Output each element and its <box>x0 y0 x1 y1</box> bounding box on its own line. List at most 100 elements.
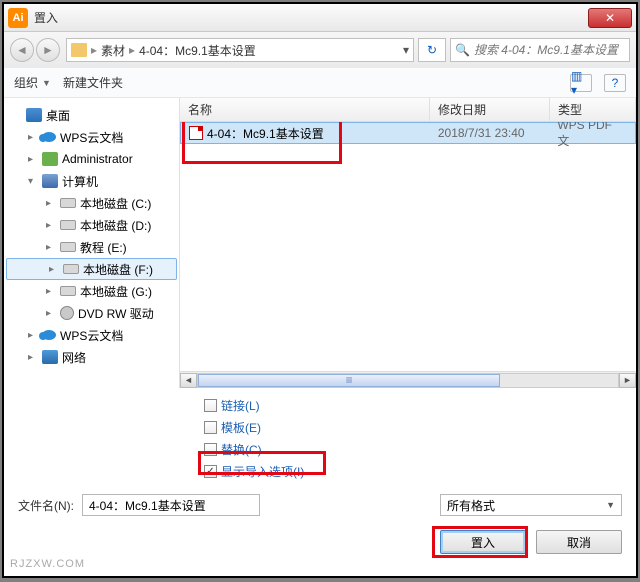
filter-value: 所有格式 <box>447 497 495 514</box>
disk-icon <box>63 264 79 274</box>
disk-icon <box>60 286 76 296</box>
disk-icon <box>60 242 76 252</box>
link-checkbox[interactable] <box>204 399 217 412</box>
desktop-icon <box>26 108 42 122</box>
tree-desktop[interactable]: 桌面 <box>4 104 179 126</box>
toolbar: 组织 ▼ 新建文件夹 ▥ ▾ ? <box>4 68 636 98</box>
replace-checkbox[interactable] <box>204 443 217 456</box>
organize-label: 组织 <box>14 74 38 91</box>
folder-icon <box>71 43 87 57</box>
tree-label: Administrator <box>62 152 133 166</box>
tree-admin[interactable]: ▸Administrator <box>4 148 179 170</box>
breadcrumb-dropdown[interactable]: ▾ <box>403 43 409 57</box>
column-name[interactable]: 名称 <box>180 98 430 121</box>
breadcrumb-part1[interactable]: 素材 <box>101 42 125 59</box>
search-input[interactable] <box>474 43 625 57</box>
filetype-filter[interactable]: 所有格式 ▼ <box>440 494 622 516</box>
close-button[interactable]: ✕ <box>588 8 632 28</box>
refresh-button[interactable]: ↻ <box>418 38 446 62</box>
chevron-down-icon: ▼ <box>42 78 51 88</box>
tree-label: 本地磁盘 (G:) <box>80 283 152 300</box>
link-label[interactable]: 链接(L) <box>221 397 260 414</box>
file-name: 4-04：Mc9.1基本设置 <box>207 125 324 142</box>
option-show-import-row: 显示导入选项(I) <box>204 460 636 482</box>
import-options: 链接(L) 模板(E) 替换(C) 显示导入选项(I) <box>4 388 636 488</box>
tree-network[interactable]: ▸网络 <box>4 346 179 368</box>
show-import-checkbox[interactable] <box>204 465 217 478</box>
tree-disk-c[interactable]: ▸本地磁盘 (C:) <box>4 192 179 214</box>
folder-tree[interactable]: 桌面 ▸WPS云文档 ▸Administrator ▾计算机 ▸本地磁盘 (C:… <box>4 98 180 388</box>
tree-disk-e[interactable]: ▸教程 (E:) <box>4 236 179 258</box>
show-import-label[interactable]: 显示导入选项(I) <box>221 463 304 480</box>
tree-wps[interactable]: ▸WPS云文档 <box>4 126 179 148</box>
organize-menu[interactable]: 组织 ▼ <box>14 74 51 91</box>
chevron-right-icon: ▸ <box>91 43 97 57</box>
user-icon <box>42 152 58 166</box>
dialog-buttons: 置入 取消 <box>4 522 636 566</box>
tree-label: 本地磁盘 (C:) <box>80 195 151 212</box>
scrollbar-track[interactable] <box>197 373 619 388</box>
tree-label: 计算机 <box>62 173 98 190</box>
cloud-icon <box>42 132 56 142</box>
file-type: WPS PDF 文 <box>549 122 635 149</box>
nav-arrows: ◄ ► <box>10 38 62 62</box>
file-list[interactable]: 4-04：Mc9.1基本设置 2018/7/31 23:40 WPS PDF 文 <box>180 122 636 371</box>
option-replace-row: 替换(C) <box>204 438 636 460</box>
tree-dvd[interactable]: ▸DVD RW 驱动 <box>4 302 179 324</box>
option-template-row: 模板(E) <box>204 416 636 438</box>
template-checkbox[interactable] <box>204 421 217 434</box>
column-modified[interactable]: 修改日期 <box>430 98 550 121</box>
forward-button[interactable]: ► <box>36 38 60 62</box>
disk-icon <box>60 198 76 208</box>
tree-label: 本地磁盘 (F:) <box>83 261 153 278</box>
file-row[interactable]: 4-04：Mc9.1基本设置 2018/7/31 23:40 WPS PDF 文 <box>180 122 636 144</box>
filename-row: 文件名(N): 所有格式 ▼ <box>4 488 636 522</box>
body-area: 桌面 ▸WPS云文档 ▸Administrator ▾计算机 ▸本地磁盘 (C:… <box>4 98 636 388</box>
help-button[interactable]: ? <box>604 74 626 92</box>
replace-label[interactable]: 替换(C) <box>221 441 262 458</box>
tree-label: 网络 <box>62 349 86 366</box>
tree-disk-f[interactable]: ▸本地磁盘 (F:) <box>6 258 177 280</box>
view-options-button[interactable]: ▥ ▾ <box>570 74 592 92</box>
place-button[interactable]: 置入 <box>440 530 526 554</box>
dialog-window: Ai 置入 ✕ ◄ ► ▸ 素材 ▸ 4-04：Mc9.1基本设置 ▾ ↻ 🔍 … <box>2 2 638 578</box>
pdf-icon <box>189 126 203 140</box>
tree-wps2[interactable]: ▸WPS云文档 <box>4 324 179 346</box>
filename-label: 文件名(N): <box>18 497 74 514</box>
app-icon: Ai <box>8 8 28 28</box>
tree-disk-d[interactable]: ▸本地磁盘 (D:) <box>4 214 179 236</box>
new-folder-button[interactable]: 新建文件夹 <box>63 74 123 91</box>
tree-label: DVD RW 驱动 <box>78 305 154 322</box>
watermark: RJZXW.COM <box>10 558 85 570</box>
scroll-left-button[interactable]: ◄ <box>180 373 197 388</box>
column-headers: 名称 修改日期 类型 <box>180 98 636 122</box>
back-button[interactable]: ◄ <box>10 38 34 62</box>
window-title: 置入 <box>34 9 588 26</box>
scroll-right-button[interactable]: ► <box>619 373 636 388</box>
chevron-right-icon: ▸ <box>129 43 135 57</box>
tree-label: 教程 (E:) <box>80 239 127 256</box>
tree-disk-g[interactable]: ▸本地磁盘 (G:) <box>4 280 179 302</box>
refresh-icon: ↻ <box>427 43 437 57</box>
cancel-button[interactable]: 取消 <box>536 530 622 554</box>
tree-label: 本地磁盘 (D:) <box>80 217 151 234</box>
tree-label: WPS云文档 <box>60 327 123 344</box>
chevron-down-icon: ▼ <box>606 500 615 510</box>
search-box[interactable]: 🔍 <box>450 38 630 62</box>
tree-label: WPS云文档 <box>60 129 123 146</box>
titlebar: Ai 置入 ✕ <box>4 4 636 32</box>
disk-icon <box>60 220 76 230</box>
column-type[interactable]: 类型 <box>550 98 636 121</box>
file-pane: 名称 修改日期 类型 4-04：Mc9.1基本设置 2018/7/31 23:4… <box>180 98 636 388</box>
tree-computer[interactable]: ▾计算机 <box>4 170 179 192</box>
option-link-row: 链接(L) <box>204 394 636 416</box>
breadcrumb-box[interactable]: ▸ 素材 ▸ 4-04：Mc9.1基本设置 ▾ <box>66 38 414 62</box>
file-modified: 2018/7/31 23:40 <box>430 126 549 140</box>
search-icon: 🔍 <box>455 43 470 57</box>
filename-input[interactable] <box>82 494 260 516</box>
scrollbar-thumb[interactable] <box>198 374 500 387</box>
horizontal-scrollbar[interactable]: ◄ ► <box>180 371 636 388</box>
template-label[interactable]: 模板(E) <box>221 419 261 436</box>
close-icon: ✕ <box>605 11 615 25</box>
breadcrumb-part2[interactable]: 4-04：Mc9.1基本设置 <box>139 42 256 59</box>
